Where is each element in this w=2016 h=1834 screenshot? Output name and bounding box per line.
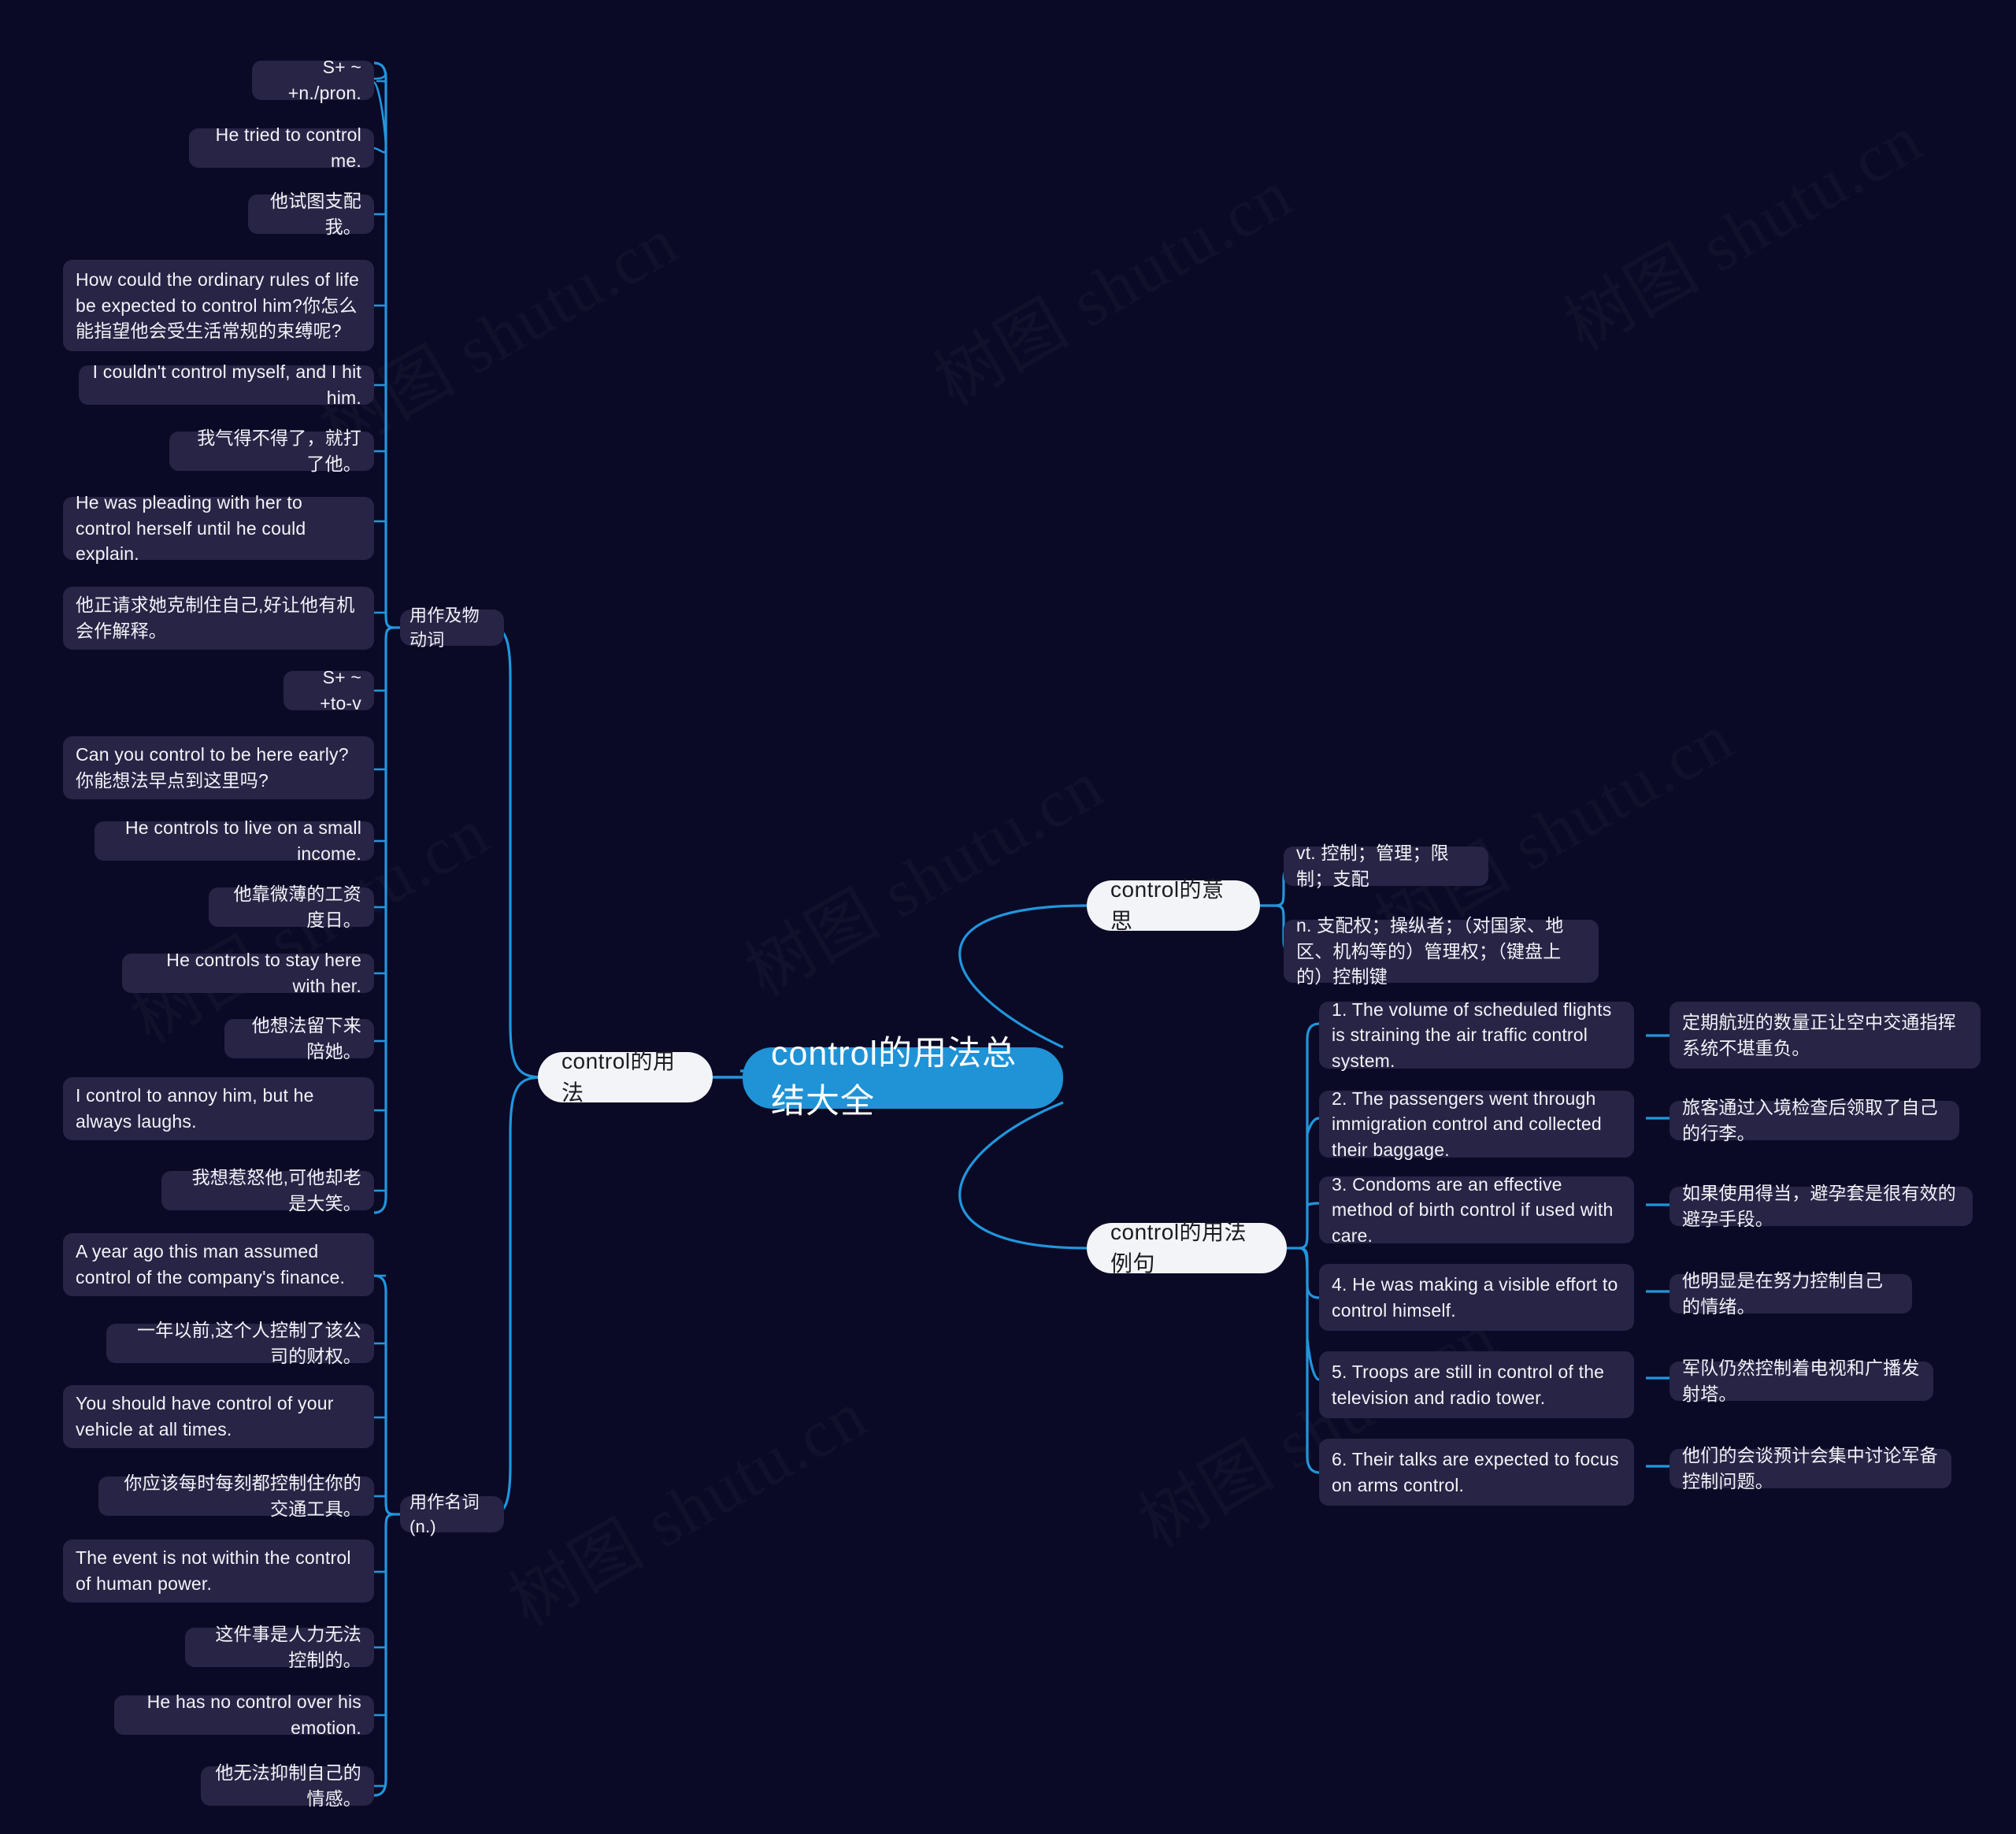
category-transitive-verb[interactable]: 用作及物动词 <box>400 606 504 650</box>
example-sentence-en[interactable]: 1. The volume of scheduled flights is st… <box>1319 999 1634 1071</box>
example-sentence-zh-text: 旅客通过入境检查后领取了自己的行李。 <box>1682 1097 1938 1143</box>
example-sentence-en-text: 3. Condoms are an effective method of bi… <box>1332 1173 1614 1246</box>
list-item[interactable]: S+ ~ +n./pron. <box>252 57 374 103</box>
list-item-text: How could the ordinary rules of life be … <box>76 269 360 342</box>
list-item[interactable]: 他想法留下来陪她。 <box>224 1015 374 1061</box>
list-item[interactable]: S+ ~ +to-v <box>284 667 374 713</box>
list-item-text: 他试图支配我。 <box>270 191 361 237</box>
list-item[interactable]: 他无法抑制自己的情感。 <box>201 1762 374 1809</box>
list-item[interactable]: He controls to stay here with her. <box>122 950 374 996</box>
list-item[interactable]: 他试图支配我。 <box>248 191 374 237</box>
watermark: 树图 shutu.cn <box>914 140 1306 424</box>
list-item-text: 一年以前,这个人控制了该公司的财权。 <box>137 1320 361 1366</box>
list-item-text: He has no control over his emotion. <box>146 1691 361 1738</box>
root-node[interactable]: control的用法总结大全 <box>743 1035 1063 1121</box>
list-item-text: I couldn't control myself, and I hit him… <box>92 361 361 408</box>
example-sentence-zh-text: 如果使用得当，避孕套是很有效的避孕手段。 <box>1682 1183 1956 1229</box>
meaning-item[interactable]: n. 支配权；操纵者；（对国家、地区、机构等的）管理权；（键盘上的）控制键 <box>1284 915 1599 987</box>
list-item-text: 这件事是人力无法控制的。 <box>215 1624 361 1670</box>
example-sentence-en-text: 6. Their talks are expected to focus on … <box>1332 1448 1619 1495</box>
list-item[interactable]: I couldn't control myself, and I hit him… <box>79 361 374 408</box>
example-sentence-zh-text: 他们的会谈预计会集中讨论军备控制问题。 <box>1682 1445 1938 1491</box>
example-sentence-zh[interactable]: 军队仍然控制着电视和广播发射塔。 <box>1670 1358 1933 1404</box>
category-transitive-verb-label: 用作及物动词 <box>410 605 480 650</box>
list-item-text: S+ ~ +to-v <box>320 667 361 713</box>
list-item[interactable]: I control to annoy him, but he always la… <box>63 1077 374 1140</box>
list-item[interactable]: The event is not within the control of h… <box>63 1539 374 1602</box>
branch-meaning[interactable]: control的意思 <box>1087 877 1260 933</box>
list-item-text: 他想法留下来陪她。 <box>251 1015 361 1061</box>
watermark: 树图 shutu.cn <box>1544 85 1936 369</box>
list-item[interactable]: A year ago this man assumed control of t… <box>63 1233 374 1296</box>
root-label: control的用法总结大全 <box>771 1034 1017 1121</box>
example-sentence-zh[interactable]: 他们的会谈预计会集中讨论军备控制问题。 <box>1670 1445 1951 1491</box>
example-sentence-zh-text: 定期航班的数量正让空中交通指挥系统不堪重负。 <box>1682 1011 1956 1058</box>
list-item-text: He was pleading with her to control hers… <box>76 492 306 565</box>
list-item[interactable]: 一年以前,这个人控制了该公司的财权。 <box>106 1320 374 1366</box>
category-noun[interactable]: 用作名词(n.) <box>400 1492 504 1536</box>
list-item-text: 我想惹怒他,可他却老是大笑。 <box>191 1167 361 1213</box>
list-item-text: He tried to control me. <box>215 124 361 171</box>
list-item[interactable]: 他正请求她克制住自己,好让他有机会作解释。 <box>63 587 374 650</box>
list-item-text: 你应该每时每刻都控制住你的交通工具。 <box>124 1473 361 1519</box>
list-item-text: 他正请求她克制住自己,好让他有机会作解释。 <box>76 595 355 641</box>
list-item[interactable]: He has no control over his emotion. <box>114 1691 374 1738</box>
example-sentence-zh[interactable]: 他明显是在努力控制自己的情绪。 <box>1670 1270 1912 1317</box>
list-item-text: You should have control of your vehicle … <box>76 1393 334 1439</box>
mindmap-canvas: 树图 shutu.cn 树图 shutu.cn 树图 shutu.cn 树图 s… <box>0 0 2016 1834</box>
example-sentence-en[interactable]: 5. Troops are still in control of the te… <box>1319 1351 1634 1418</box>
list-item-text: Can you control to be here early?你能想法早点到… <box>76 744 349 791</box>
example-sentence-zh[interactable]: 旅客通过入境检查后领取了自己的行李。 <box>1670 1097 1959 1143</box>
list-item-text: A year ago this man assumed control of t… <box>76 1241 346 1288</box>
meaning-item[interactable]: vt. 控制；管理；限制；支配 <box>1284 843 1488 889</box>
example-sentence-en-text: 4. He was making a visible effort to con… <box>1332 1273 1618 1321</box>
example-sentence-en[interactable]: 3. Condoms are an effective method of bi… <box>1319 1174 1634 1246</box>
example-sentence-en[interactable]: 2. The passengers went through immigrati… <box>1319 1088 1634 1160</box>
list-item[interactable]: He was pleading with her to control hers… <box>63 492 374 564</box>
list-item[interactable]: He controls to live on a small income. <box>94 817 374 864</box>
example-sentence-zh[interactable]: 定期航班的数量正让空中交通指挥系统不堪重负。 <box>1670 1002 1981 1069</box>
list-item-text: The event is not within the control of h… <box>76 1547 351 1594</box>
example-sentence-en-text: 1. The volume of scheduled flights is st… <box>1332 999 1612 1071</box>
list-item-text: 他无法抑制自己的情感。 <box>215 1762 361 1809</box>
example-sentence-en[interactable]: 4. He was making a visible effort to con… <box>1319 1264 1634 1331</box>
meaning-item-text: n. 支配权；操纵者；（对国家、地区、机构等的）管理权；（键盘上的）控制键 <box>1296 915 1564 987</box>
list-item-text: 我气得不得了，就打了他。 <box>197 428 361 474</box>
list-item-text: S+ ~ +n./pron. <box>287 57 361 103</box>
meaning-item-text: vt. 控制；管理；限制；支配 <box>1296 843 1449 889</box>
branch-usage[interactable]: control的用法 <box>538 1049 713 1105</box>
list-item[interactable]: 我想惹怒他,可他却老是大笑。 <box>161 1167 374 1213</box>
list-item[interactable]: 这件事是人力无法控制的。 <box>185 1624 374 1670</box>
list-item-text: 他靠微薄的工资度日。 <box>233 884 361 930</box>
list-item[interactable]: 他靠微薄的工资度日。 <box>209 884 374 930</box>
list-item[interactable]: He tried to control me. <box>189 124 374 171</box>
branch-usage-label: control的用法 <box>561 1049 676 1105</box>
branch-examples-label: control的用法例句 <box>1110 1220 1247 1276</box>
watermark: 树图 shutu.cn <box>488 1361 881 1645</box>
example-sentence-zh[interactable]: 如果使用得当，避孕套是很有效的避孕手段。 <box>1670 1183 1973 1229</box>
list-item[interactable]: You should have control of your vehicle … <box>63 1385 374 1448</box>
branch-meaning-label: control的意思 <box>1110 877 1225 933</box>
example-sentence-en[interactable]: 6. Their talks are expected to focus on … <box>1319 1439 1634 1506</box>
list-item[interactable]: How could the ordinary rules of life be … <box>63 260 374 351</box>
example-sentence-zh-text: 他明显是在努力控制自己的情绪。 <box>1682 1270 1884 1317</box>
list-item-text: I control to annoy him, but he always la… <box>76 1085 314 1132</box>
list-item-text: He controls to live on a small income. <box>124 817 361 864</box>
watermark: 树图 shutu.cn <box>724 731 1117 1015</box>
list-item-text: He controls to stay here with her. <box>166 950 361 996</box>
branch-examples[interactable]: control的用法例句 <box>1087 1220 1287 1276</box>
category-noun-label: 用作名词(n.) <box>410 1491 480 1536</box>
list-item[interactable]: 我气得不得了，就打了他。 <box>169 428 374 474</box>
list-item[interactable]: Can you control to be here early?你能想法早点到… <box>63 736 374 799</box>
example-sentence-en-text: 5. Troops are still in control of the te… <box>1332 1361 1605 1408</box>
list-item[interactable]: 你应该每时每刻都控制住你的交通工具。 <box>98 1473 374 1519</box>
example-sentence-en-text: 2. The passengers went through immigrati… <box>1332 1087 1602 1160</box>
example-sentence-zh-text: 军队仍然控制着电视和广播发射塔。 <box>1682 1358 1920 1404</box>
